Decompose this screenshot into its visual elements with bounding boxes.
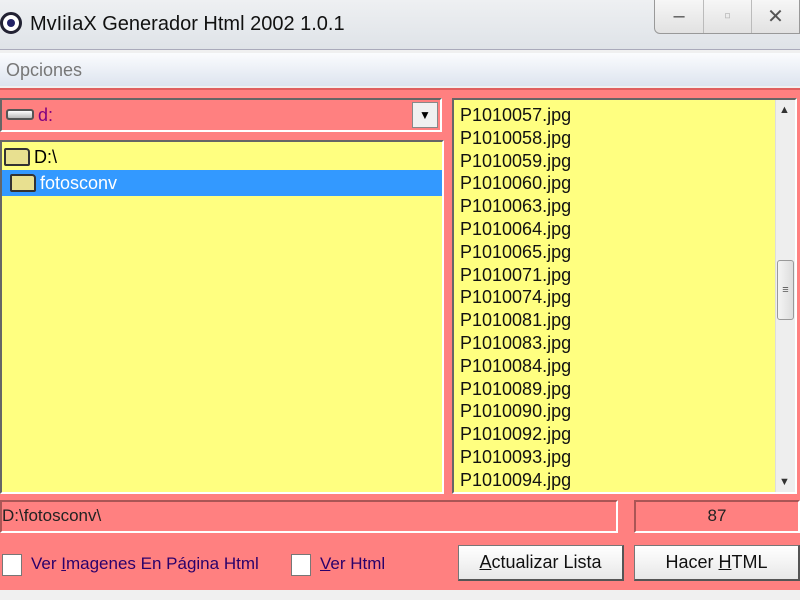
chevron-down-icon[interactable]: ▼ <box>412 102 438 128</box>
file-list-item[interactable]: P1010065.jpg <box>460 241 571 264</box>
label-text: TML <box>731 552 768 572</box>
file-list-item[interactable]: P1010071.jpg <box>460 264 571 287</box>
folder-open-icon <box>10 174 36 192</box>
file-list-item[interactable]: P1010094.jpg <box>460 469 571 492</box>
menu-opciones[interactable]: Opciones <box>6 60 82 81</box>
accelerator: V <box>320 554 331 573</box>
file-list-item[interactable]: P1010059.jpg <box>460 150 571 173</box>
title-bar: MvIiIaX Generador Html 2002 1.0.1 ‒ ▫ ✕ <box>0 0 800 50</box>
label-text: Hacer <box>665 552 719 572</box>
scroll-down-icon[interactable]: ▼ <box>779 476 790 488</box>
file-count: 87 <box>634 500 800 533</box>
file-list-item[interactable]: P1010074.jpg <box>460 286 571 309</box>
file-list-item[interactable]: P1010058.jpg <box>460 127 571 150</box>
main-panel: d: ▼ D:\ fotosconv P1010057.jpg P1010058.… <box>0 88 800 590</box>
ver-imagenes-checkbox[interactable] <box>2 554 22 576</box>
file-list[interactable]: P1010057.jpg P1010058.jpg P1010059.jpg P101… <box>452 98 797 494</box>
label-text: er Html <box>330 554 386 573</box>
close-button[interactable]: ✕ <box>751 0 799 33</box>
file-list-item[interactable]: P1010090.jpg <box>460 400 571 423</box>
tree-node-root[interactable]: D:\ <box>4 144 57 170</box>
file-list-item[interactable]: P1010083.jpg <box>460 332 571 355</box>
file-list-item[interactable]: P1010084.jpg <box>460 355 571 378</box>
hacer-html-button[interactable]: Hacer H TML <box>634 545 800 581</box>
label-text: ctualizar Lista <box>491 552 602 572</box>
window-title: MvIiIaX Generador Html 2002 1.0.1 <box>30 13 345 35</box>
maximize-button[interactable]: ▫ <box>703 0 751 33</box>
ver-html-checkbox[interactable] <box>291 554 311 576</box>
label-text: magenes En Página Html <box>65 554 259 573</box>
file-list-item[interactable]: P1010093.jpg <box>460 446 571 469</box>
minimize-button[interactable]: ‒ <box>655 0 703 33</box>
scroll-up-icon[interactable]: ▲ <box>779 104 790 116</box>
file-list-item[interactable]: P1010081.jpg <box>460 309 571 332</box>
actualizar-lista-button[interactable]: Actualizar Lista <box>458 545 624 581</box>
file-list-item[interactable]: P1010092.jpg <box>460 423 571 446</box>
app-eye-icon <box>0 12 22 34</box>
accelerator: A <box>479 552 492 572</box>
vertical-scrollbar[interactable]: ▲ ≡ ▼ <box>775 100 795 492</box>
drive-select[interactable]: d: ▼ <box>0 98 442 132</box>
window-controls: ‒ ▫ ✕ <box>654 0 800 34</box>
drive-icon <box>6 109 34 120</box>
accelerator: H <box>718 552 732 572</box>
file-list-item[interactable]: P1010089.jpg <box>460 378 571 401</box>
file-list-item[interactable]: P1010063.jpg <box>460 195 571 218</box>
label-text: Ver <box>31 554 62 573</box>
tree-node-label: D:\ <box>34 146 58 167</box>
tree-node-label: fotosconv <box>40 172 118 193</box>
tree-node-selected[interactable]: fotosconv <box>2 170 442 196</box>
folder-open-icon <box>4 148 30 166</box>
menu-bar: Opciones <box>0 53 800 86</box>
folder-tree[interactable]: D:\ fotosconv <box>0 140 444 494</box>
drive-value: d: <box>38 105 54 125</box>
ver-imagenes-label[interactable]: Ver Imagenes En Página Html <box>31 554 259 574</box>
scroll-thumb[interactable]: ≡ <box>777 260 794 320</box>
file-list-item[interactable]: P1010057.jpg <box>460 104 571 127</box>
path-field: D:\fotosconv\ <box>0 500 618 533</box>
ver-html-label[interactable]: Ver Html <box>320 554 385 574</box>
file-list-item[interactable]: P1010064.jpg <box>460 218 571 241</box>
file-list-item[interactable]: P1010060.jpg <box>460 172 571 195</box>
